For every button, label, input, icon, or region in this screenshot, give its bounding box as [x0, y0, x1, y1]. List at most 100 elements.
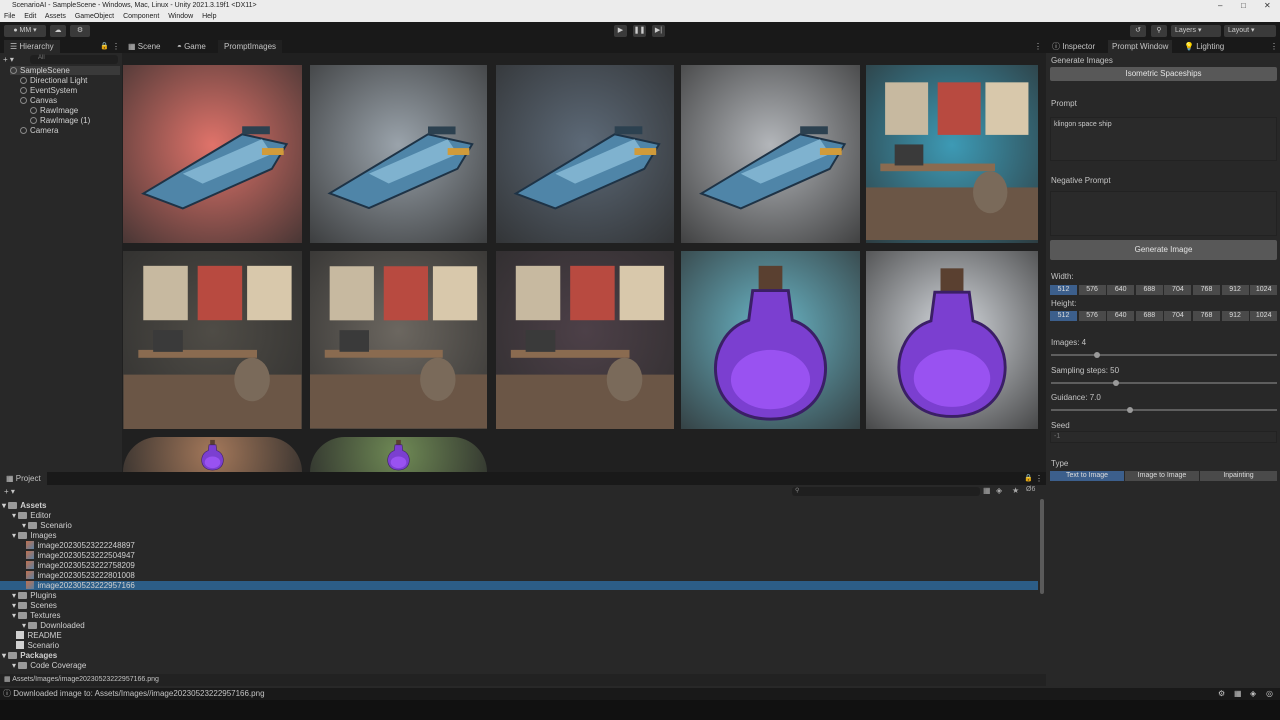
project-folder[interactable]: ▾ Plugins	[12, 591, 57, 600]
hierarchy-item[interactable]: RawImage	[30, 106, 78, 115]
kebab-menu-icon[interactable]: ⋮	[1270, 40, 1278, 53]
width-option-1024[interactable]: 1024	[1250, 285, 1278, 295]
seed-input[interactable]: -1	[1050, 431, 1277, 443]
hierarchy-search-input[interactable]: All	[30, 55, 118, 64]
steps-slider-handle[interactable]	[1113, 380, 1119, 386]
generated-image-thumbnail[interactable]	[681, 251, 860, 429]
create-plus-icon[interactable]: + ▾	[4, 487, 15, 496]
height-option-912[interactable]: 912	[1221, 311, 1249, 321]
height-option-704[interactable]: 704	[1164, 311, 1192, 321]
type-text-to-image[interactable]: Text to Image	[1050, 471, 1124, 481]
kebab-menu-icon[interactable]: ⋮	[1034, 40, 1042, 53]
hierarchy-item[interactable]: Directional Light	[20, 76, 87, 85]
collab-icon[interactable]: ⚙	[70, 25, 90, 37]
width-option-576[interactable]: 576	[1078, 285, 1106, 295]
notifications-icon[interactable]: ◎	[1266, 688, 1273, 700]
height-option-1024[interactable]: 1024	[1250, 311, 1278, 321]
project-image-asset[interactable]: image20230523222957166	[0, 581, 1038, 590]
tab-scene[interactable]: ▦ Scene	[128, 40, 160, 53]
tab-lighting[interactable]: 💡 Lighting	[1184, 40, 1224, 53]
tab-prompt-window[interactable]: Prompt Window	[1108, 40, 1173, 53]
width-option-704[interactable]: 704	[1164, 285, 1192, 295]
tab-hierarchy[interactable]: ☰ Hierarchy	[4, 40, 60, 53]
filter-label-icon[interactable]: ◈	[996, 486, 1002, 495]
kebab-menu-icon[interactable]: ⋮	[1035, 472, 1043, 485]
guidance-slider-handle[interactable]	[1127, 407, 1133, 413]
minimize-icon[interactable]: –	[1218, 0, 1222, 11]
filter-type-icon[interactable]: ▦	[983, 486, 991, 495]
generated-image-thumbnail[interactable]	[123, 437, 302, 472]
debug-icon[interactable]: ⚙	[1218, 688, 1225, 700]
hierarchy-item[interactable]: EventSystem	[20, 86, 77, 95]
tab-game[interactable]: ◓ Game	[177, 40, 206, 53]
history-icon[interactable]: ↺	[1130, 25, 1146, 37]
project-file[interactable]: README	[12, 631, 62, 640]
generated-image-thumbnail[interactable]	[310, 437, 487, 472]
height-option-640[interactable]: 640	[1107, 311, 1135, 321]
menu-assets[interactable]: Assets	[45, 13, 66, 20]
progress-icon[interactable]: ◈	[1250, 688, 1256, 700]
width-option-912[interactable]: 912	[1221, 285, 1249, 295]
project-image-asset[interactable]: image20230523222758209	[22, 561, 135, 570]
generated-image-thumbnail[interactable]	[310, 65, 487, 243]
generate-image-button[interactable]: Generate Image	[1050, 240, 1277, 260]
menu-window[interactable]: Window	[168, 13, 193, 20]
maximize-icon[interactable]: □	[1241, 0, 1246, 11]
width-option-512[interactable]: 512	[1050, 285, 1077, 295]
step-button[interactable]: ▶|	[652, 25, 665, 37]
images-slider-handle[interactable]	[1094, 352, 1100, 358]
hierarchy-item[interactable]: RawImage (1)	[30, 116, 90, 125]
images-slider-track[interactable]	[1051, 354, 1277, 356]
project-folder[interactable]: ▾ Images	[12, 531, 56, 540]
lock-icon[interactable]: 🔒	[1024, 472, 1033, 485]
width-option-640[interactable]: 640	[1107, 285, 1135, 295]
generated-image-thumbnail[interactable]	[866, 65, 1038, 243]
generated-image-thumbnail[interactable]	[123, 65, 302, 243]
generated-image-thumbnail[interactable]	[310, 251, 487, 429]
status-message[interactable]: Downloaded image to: Assets/Images//imag…	[13, 689, 264, 698]
guidance-slider-track[interactable]	[1051, 409, 1277, 411]
tab-inspector[interactable]: ⓘ Inspector	[1052, 40, 1095, 53]
tab-project[interactable]: ▦ Project	[0, 472, 47, 485]
hierarchy-item[interactable]: Canvas	[20, 96, 57, 105]
steps-slider-track[interactable]	[1051, 382, 1277, 384]
generated-image-thumbnail[interactable]	[123, 251, 302, 429]
cloud-icon[interactable]: ☁	[50, 25, 66, 37]
hierarchy-item[interactable]: SampleScene	[10, 66, 120, 75]
width-option-688[interactable]: 688	[1135, 285, 1163, 295]
project-search-input[interactable]: ⚲	[792, 487, 980, 496]
project-folder[interactable]: ▾ Scenes	[12, 601, 57, 610]
cache-icon[interactable]: ▦	[1234, 688, 1242, 700]
project-folder[interactable]: ▾ Packages	[2, 651, 57, 660]
project-folder[interactable]: ▾ Textures	[12, 611, 60, 620]
menu-help[interactable]: Help	[202, 13, 216, 20]
project-folder[interactable]: ▾ Code Coverage	[12, 661, 86, 670]
menu-file[interactable]: File	[4, 13, 15, 20]
height-option-768[interactable]: 768	[1193, 311, 1220, 321]
project-file[interactable]: Scenario	[12, 641, 59, 650]
generated-image-thumbnail[interactable]	[681, 65, 860, 243]
account-button[interactable]: ● MM ▾	[4, 25, 46, 37]
project-folder[interactable]: ▾ Assets	[2, 501, 47, 510]
project-scrollbar[interactable]	[1040, 499, 1044, 594]
type-inpainting[interactable]: Inpainting	[1200, 471, 1277, 481]
height-option-688[interactable]: 688	[1135, 311, 1163, 321]
generated-image-thumbnail[interactable]	[496, 65, 674, 243]
favorite-icon[interactable]: ★	[1012, 486, 1019, 495]
preset-button[interactable]: Isometric Spaceships	[1050, 67, 1277, 81]
search-icon[interactable]: ⚲	[1151, 25, 1167, 37]
project-folder[interactable]: ▾ Scenario	[22, 521, 72, 530]
project-folder[interactable]: ▾ Downloaded	[22, 621, 85, 630]
project-folder[interactable]: ▾ Editor	[12, 511, 51, 520]
create-plus-icon[interactable]: + ▾	[3, 55, 14, 64]
lock-icon[interactable]: 🔒	[100, 40, 109, 53]
kebab-menu-icon[interactable]: ⋮	[112, 40, 120, 53]
menu-gameobject[interactable]: GameObject	[75, 13, 114, 20]
hierarchy-item[interactable]: Camera	[20, 126, 58, 135]
project-image-asset[interactable]: image20230523222504947	[22, 551, 135, 560]
hidden-packages-toggle[interactable]: Ø6	[1026, 486, 1035, 493]
layers-dropdown[interactable]: Layers ▾	[1171, 25, 1221, 37]
project-image-asset[interactable]: image20230523222801008	[22, 571, 135, 580]
generated-image-thumbnail[interactable]	[496, 251, 674, 429]
width-option-768[interactable]: 768	[1193, 285, 1220, 295]
